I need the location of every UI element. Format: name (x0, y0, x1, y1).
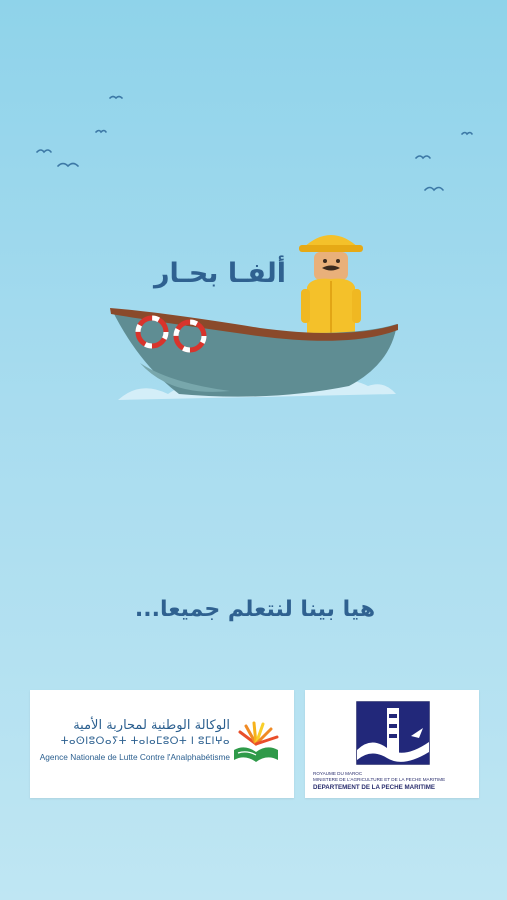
bird-icon (109, 95, 123, 100)
anlca-name-arabic: الوكالة الوطنية لمحاربة الأمية (73, 718, 230, 733)
lighthouse-waves-icon (356, 701, 430, 765)
open-book-sunrise-icon (234, 721, 279, 762)
app-title: ألفـا بحـار (153, 258, 287, 289)
dpm-country: ROYAUME DU MAROC (313, 771, 363, 776)
tagline: هيا بينا لنتعلم جميعا... (134, 597, 376, 622)
bird-icon (95, 129, 107, 134)
dpm-logo-card: ROYAUME DU MAROC MINISTERE DE L'AGRICULT… (305, 690, 479, 798)
anlca-name-tifinagh: ⵜⴰⵙⵏⵓⵔⴰⵢⵜ ⵜⴰⵏⴰⵎⵓⵔⵜ ⵏ ⵓⵎⵏⵖⴰ (60, 736, 230, 747)
dpm-department: DEPARTEMENT DE LA PECHE MARITIME (313, 784, 436, 791)
bird-icon (424, 186, 444, 192)
fisherman-figure (299, 235, 363, 341)
anlca-logo-card: الوكالة الوطنية لمحاربة الأمية ⵜⴰⵙⵏⵓⵔⴰⵢⵜ… (30, 690, 294, 798)
birds-decoration (36, 95, 473, 192)
bird-icon (415, 155, 431, 160)
bird-icon (36, 149, 52, 154)
bird-icon (57, 162, 79, 168)
anlca-name-french: Agence Nationale de Lutte Contre l'Analp… (39, 752, 230, 762)
fisherman-boat-illustration (110, 235, 398, 400)
dpm-ministry: MINISTERE DE L'AGRICULTURE ET DE LA PECH… (313, 777, 446, 782)
bird-icon (461, 131, 473, 136)
